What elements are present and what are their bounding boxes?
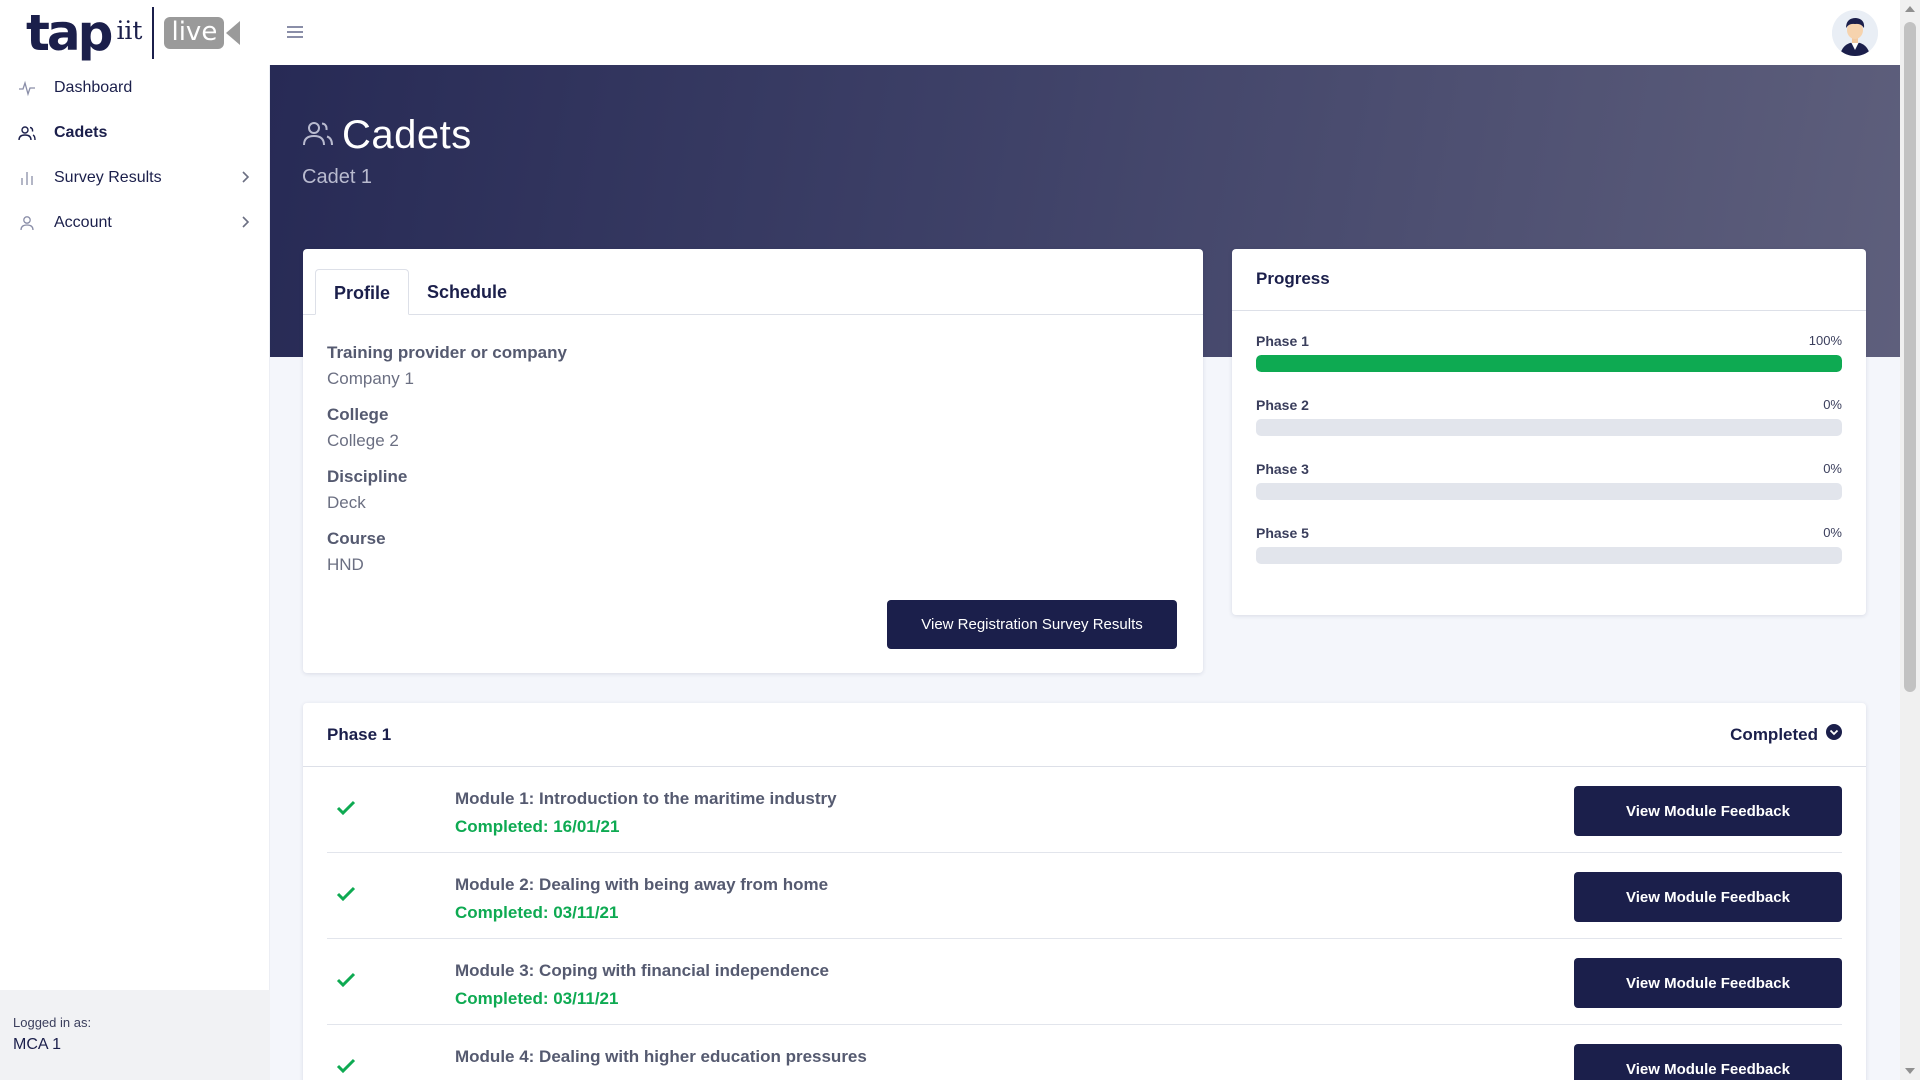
progress-value: 0% (1823, 461, 1842, 476)
sidebar-item-dashboard[interactable]: Dashboard (0, 65, 269, 110)
progress-card: Progress Phase 1 100% Phase 2 0% Phase 3… (1232, 249, 1866, 615)
sidebar-item-label: Dashboard (54, 78, 133, 96)
sidebar-item-label: Survey Results (54, 168, 162, 186)
module-row: Module 2: Dealing with being away from h… (327, 853, 1842, 939)
page-subtitle: Cadet 1 (302, 166, 373, 188)
field-label: Training provider or company (327, 343, 567, 362)
field-label: College (327, 405, 389, 424)
module-completed-date: Completed: 03/11/21 (455, 903, 619, 922)
tab-schedule[interactable]: Schedule (409, 269, 525, 315)
profile-tabs: Profile Schedule (303, 249, 1203, 315)
page-scrollbar[interactable] (1900, 0, 1920, 1080)
check-icon (336, 800, 356, 821)
progress-row-phase-2: Phase 2 0% (1256, 397, 1842, 461)
scrollbar-thumb[interactable] (1904, 22, 1916, 692)
sidebar-item-label: Cadets (54, 123, 108, 141)
progress-value: 0% (1823, 525, 1842, 540)
tapiit-live-logo[interactable]: tap iit live (26, 4, 241, 62)
phase-status: Completed (1730, 724, 1842, 745)
module-title: Module 2: Dealing with being away from h… (455, 875, 829, 894)
logged-in-label: Logged in as: (13, 1015, 92, 1030)
profile-fields: Training provider or company Company 1 C… (303, 315, 1203, 611)
sidebar-item-survey-results[interactable]: Survey Results (0, 155, 269, 200)
module-row: Module 3: Coping with financial independ… (327, 939, 1842, 1025)
module-list: Module 1: Introduction to the maritime i… (303, 767, 1866, 1080)
check-icon (336, 886, 356, 907)
module-completed-date: Completed: 03/11/21 (455, 989, 619, 1008)
progress-bar (1256, 355, 1842, 372)
view-module-feedback-button[interactable]: View Module Feedback (1574, 958, 1842, 1008)
sidebar-item-cadets[interactable]: Cadets (0, 110, 269, 155)
activity-icon (17, 78, 37, 98)
page-title-text: Cadets (342, 113, 472, 157)
module-row: Module 4: Dealing with higher education … (327, 1025, 1842, 1080)
sidebar-item-account[interactable]: Account (0, 200, 269, 245)
module-completed-date: Completed: 16/01/21 (455, 817, 620, 836)
progress-bar-fill (1256, 355, 1842, 372)
field-discipline: Discipline Deck (327, 463, 1179, 516)
field-value: Deck (327, 493, 366, 512)
field-college: College College 2 (327, 401, 1179, 454)
module-title: Module 3: Coping with financial independ… (455, 961, 830, 980)
progress-row-phase-5: Phase 5 0% (1256, 525, 1842, 589)
scroll-down-arrow-icon[interactable] (1905, 1068, 1915, 1074)
chevron-down-circle-icon[interactable] (1826, 724, 1842, 745)
profile-card: Profile Schedule Training provider or co… (303, 249, 1203, 673)
field-label: Course (327, 529, 386, 548)
progress-title: Progress (1232, 249, 1866, 311)
chevron-right-icon (240, 215, 250, 234)
top-bar: tap iit live (0, 0, 1900, 65)
phase-title: Phase 1 (327, 724, 392, 744)
logo-text-suffix: iit (116, 15, 143, 45)
check-icon (336, 972, 356, 993)
module-row: Module 1: Introduction to the maritime i… (327, 767, 1842, 853)
field-value: College 2 (327, 431, 399, 450)
field-training-provider: Training provider or company Company 1 (327, 339, 1179, 392)
menu-toggle-icon[interactable] (287, 26, 303, 38)
field-label: Discipline (327, 467, 408, 486)
video-camera-icon (226, 21, 241, 45)
check-icon (336, 1058, 356, 1079)
field-value: HND (327, 555, 364, 574)
users-icon (302, 117, 334, 154)
progress-label: Phase 1 (1256, 333, 1309, 349)
chevron-right-icon (240, 170, 250, 189)
phase-panel: Phase 1 Completed Module 1: Introduction… (303, 703, 1866, 1080)
progress-value: 100% (1808, 333, 1842, 348)
page-title: Cadets (302, 113, 472, 158)
tab-profile[interactable]: Profile (315, 269, 410, 315)
field-course: Course HND (327, 525, 1179, 578)
logged-in-panel: Logged in as: MCA 1 (0, 990, 270, 1080)
bar-chart-icon (17, 168, 37, 188)
progress-row-phase-1: Phase 1 100% (1256, 333, 1842, 397)
progress-bar (1256, 547, 1842, 564)
progress-label: Phase 3 (1256, 461, 1309, 477)
logo-live-badge: live (164, 17, 225, 49)
view-registration-survey-button[interactable]: View Registration Survey Results (887, 600, 1177, 649)
logo-divider (152, 7, 155, 59)
logo-text-main: tap (26, 4, 113, 62)
users-icon (17, 123, 37, 143)
progress-label: Phase 2 (1256, 397, 1309, 413)
field-value: Company 1 (327, 369, 414, 388)
sidebar-item-label: Account (54, 213, 112, 231)
sidebar: Dashboard Cadets Survey Results Account … (0, 65, 270, 1080)
user-icon (17, 213, 37, 233)
view-module-feedback-button[interactable]: View Module Feedback (1574, 786, 1842, 836)
progress-row-phase-3: Phase 3 0% (1256, 461, 1842, 525)
progress-label: Phase 5 (1256, 525, 1309, 541)
user-avatar[interactable] (1832, 10, 1878, 56)
progress-bar (1256, 419, 1842, 436)
phase-panel-header[interactable]: Phase 1 Completed (303, 703, 1866, 767)
view-module-feedback-button[interactable]: View Module Feedback (1574, 1044, 1842, 1080)
scroll-up-arrow-icon[interactable] (1905, 6, 1915, 12)
module-title: Module 4: Dealing with higher education … (455, 1047, 867, 1066)
module-title: Module 1: Introduction to the maritime i… (455, 789, 837, 808)
phase-status-label: Completed (1730, 724, 1818, 744)
view-module-feedback-button[interactable]: View Module Feedback (1574, 872, 1842, 922)
progress-list: Phase 1 100% Phase 2 0% Phase 3 0% Phase… (1232, 311, 1866, 611)
logged-in-user: MCA 1 (13, 1036, 62, 1053)
progress-bar (1256, 483, 1842, 500)
progress-value: 0% (1823, 397, 1842, 412)
